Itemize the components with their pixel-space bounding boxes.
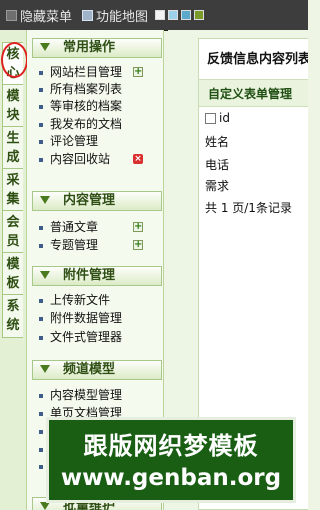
id-column-header: id — [205, 111, 230, 125]
theme-swatch[interactable] — [155, 10, 166, 20]
collapse-arrow-icon — [40, 365, 50, 373]
left-tab[interactable]: 核心 — [2, 42, 23, 86]
menu-item[interactable]: 等审核的档案 — [39, 98, 161, 115]
menu-item[interactable]: 我发布的文档 — [39, 116, 161, 133]
select-all-checkbox[interactable] — [205, 113, 216, 124]
theme-swatch[interactable] — [194, 10, 205, 20]
hide-menu-button[interactable]: 隐藏菜单 — [6, 6, 72, 25]
bullet-icon — [39, 140, 43, 144]
menu-item-label: 上传新文件 — [50, 293, 111, 307]
bullet-icon — [39, 412, 43, 416]
id-label: id — [219, 111, 230, 125]
pager-text: 共 1 页/1条记录 — [205, 201, 292, 215]
bullet-icon — [39, 394, 43, 398]
bullet-icon — [39, 226, 43, 230]
bullet-icon — [39, 336, 43, 340]
menu-item-label: 内容回收站 — [50, 152, 111, 166]
menu-item-label: 网站栏目管理 — [50, 65, 123, 79]
top-toolbar: 隐藏菜单 功能地图 — [0, 0, 308, 31]
add-icon[interactable]: + — [133, 240, 143, 250]
watermark-title: 跟版网织梦模板 — [83, 432, 259, 460]
menu-item[interactable]: 内容模型管理 — [39, 387, 161, 404]
field-phone: 电话 — [205, 158, 230, 172]
menu-item[interactable]: 专题管理 + — [39, 237, 161, 254]
page-title: 反馈信息内容列表 — [207, 52, 308, 67]
left-tab[interactable]: 生成 — [2, 126, 23, 170]
collapse-arrow-icon — [40, 43, 50, 51]
form-subtitle: 自定义表单管理 — [208, 87, 293, 101]
section-header[interactable]: 频道模型 — [32, 360, 162, 380]
menu-item[interactable]: 内容回收站 × — [39, 151, 161, 168]
section-title: 内容管理 — [63, 193, 116, 208]
bullet-icon — [39, 105, 43, 109]
left-tab[interactable]: 采集 — [2, 168, 23, 212]
left-tab[interactable]: 系统 — [2, 294, 23, 338]
bullet-icon — [39, 465, 43, 469]
bullet-icon — [39, 123, 43, 127]
menu-item-label: 附件数据管理 — [50, 311, 123, 325]
bullet-icon — [39, 158, 43, 162]
section-title: 附件管理 — [63, 268, 116, 283]
collapse-arrow-icon — [40, 271, 50, 279]
menu-item[interactable]: 所有档案列表 — [39, 81, 161, 98]
bullet-icon — [39, 88, 43, 92]
section-title: 频道模型 — [63, 362, 116, 377]
section-title: 常用操作 — [63, 40, 116, 55]
collapse-arrow-icon — [40, 196, 50, 204]
bullet-icon — [39, 71, 43, 75]
menu-item[interactable]: 文件式管理器 — [39, 329, 161, 346]
form-header: 自定义表单管理 — [199, 79, 308, 107]
theme-swatch[interactable] — [168, 10, 179, 20]
watermark-url: www.genban.org — [60, 465, 282, 491]
section-header[interactable]: 内容管理 — [32, 191, 162, 211]
feature-map-label: 功能地图 — [96, 9, 149, 25]
menu-item-label: 等审核的档案 — [50, 99, 123, 113]
theme-swatches — [152, 10, 205, 20]
bullet-icon — [39, 317, 43, 321]
menu-item-label: 我发布的文档 — [50, 117, 123, 131]
theme-swatch[interactable] — [181, 10, 192, 20]
menu-item-label: 评论管理 — [50, 134, 99, 148]
bullet-icon — [39, 244, 43, 248]
menu-item-label: 所有档案列表 — [50, 82, 123, 96]
field-name: 姓名 — [205, 135, 230, 149]
hide-menu-icon — [6, 9, 17, 21]
map-icon — [82, 9, 94, 21]
left-tab-bar: 核心 模块 生成 采集 会员 模板 系统 — [0, 30, 27, 510]
menu-item-label: 内容模型管理 — [50, 388, 123, 402]
section-header[interactable]: 附件管理 — [32, 266, 162, 286]
feature-map-button[interactable]: 功能地图 — [82, 6, 148, 25]
menu-item-label: 普通文章 — [50, 220, 99, 234]
menu-item[interactable]: 附件数据管理 — [39, 310, 161, 327]
bullet-icon — [39, 430, 43, 434]
menu-item[interactable]: 评论管理 — [39, 133, 161, 150]
collapse-arrow-icon — [40, 502, 50, 510]
left-tab[interactable]: 模块 — [2, 84, 23, 128]
delete-icon[interactable]: × — [133, 154, 143, 164]
menu-item-label: 文件式管理器 — [50, 330, 123, 344]
menu-item-label: 专题管理 — [50, 238, 99, 252]
bullet-icon — [39, 448, 43, 452]
add-icon[interactable]: + — [133, 222, 143, 232]
menu-item[interactable]: 上传新文件 — [39, 292, 161, 309]
hide-menu-label: 隐藏菜单 — [20, 9, 73, 25]
menu-item[interactable]: 普通文章 + — [39, 219, 161, 236]
watermark-banner: 跟版网织梦模板 www.genban.org — [46, 417, 296, 503]
left-tab[interactable]: 模板 — [2, 252, 23, 296]
section-header[interactable]: 常用操作 — [32, 38, 162, 58]
menu-item[interactable]: 网站栏目管理 + — [39, 64, 161, 81]
add-icon[interactable]: + — [133, 67, 143, 77]
left-tab[interactable]: 会员 — [2, 210, 23, 254]
bullet-icon — [39, 299, 43, 303]
field-demand: 需求 — [205, 179, 230, 193]
